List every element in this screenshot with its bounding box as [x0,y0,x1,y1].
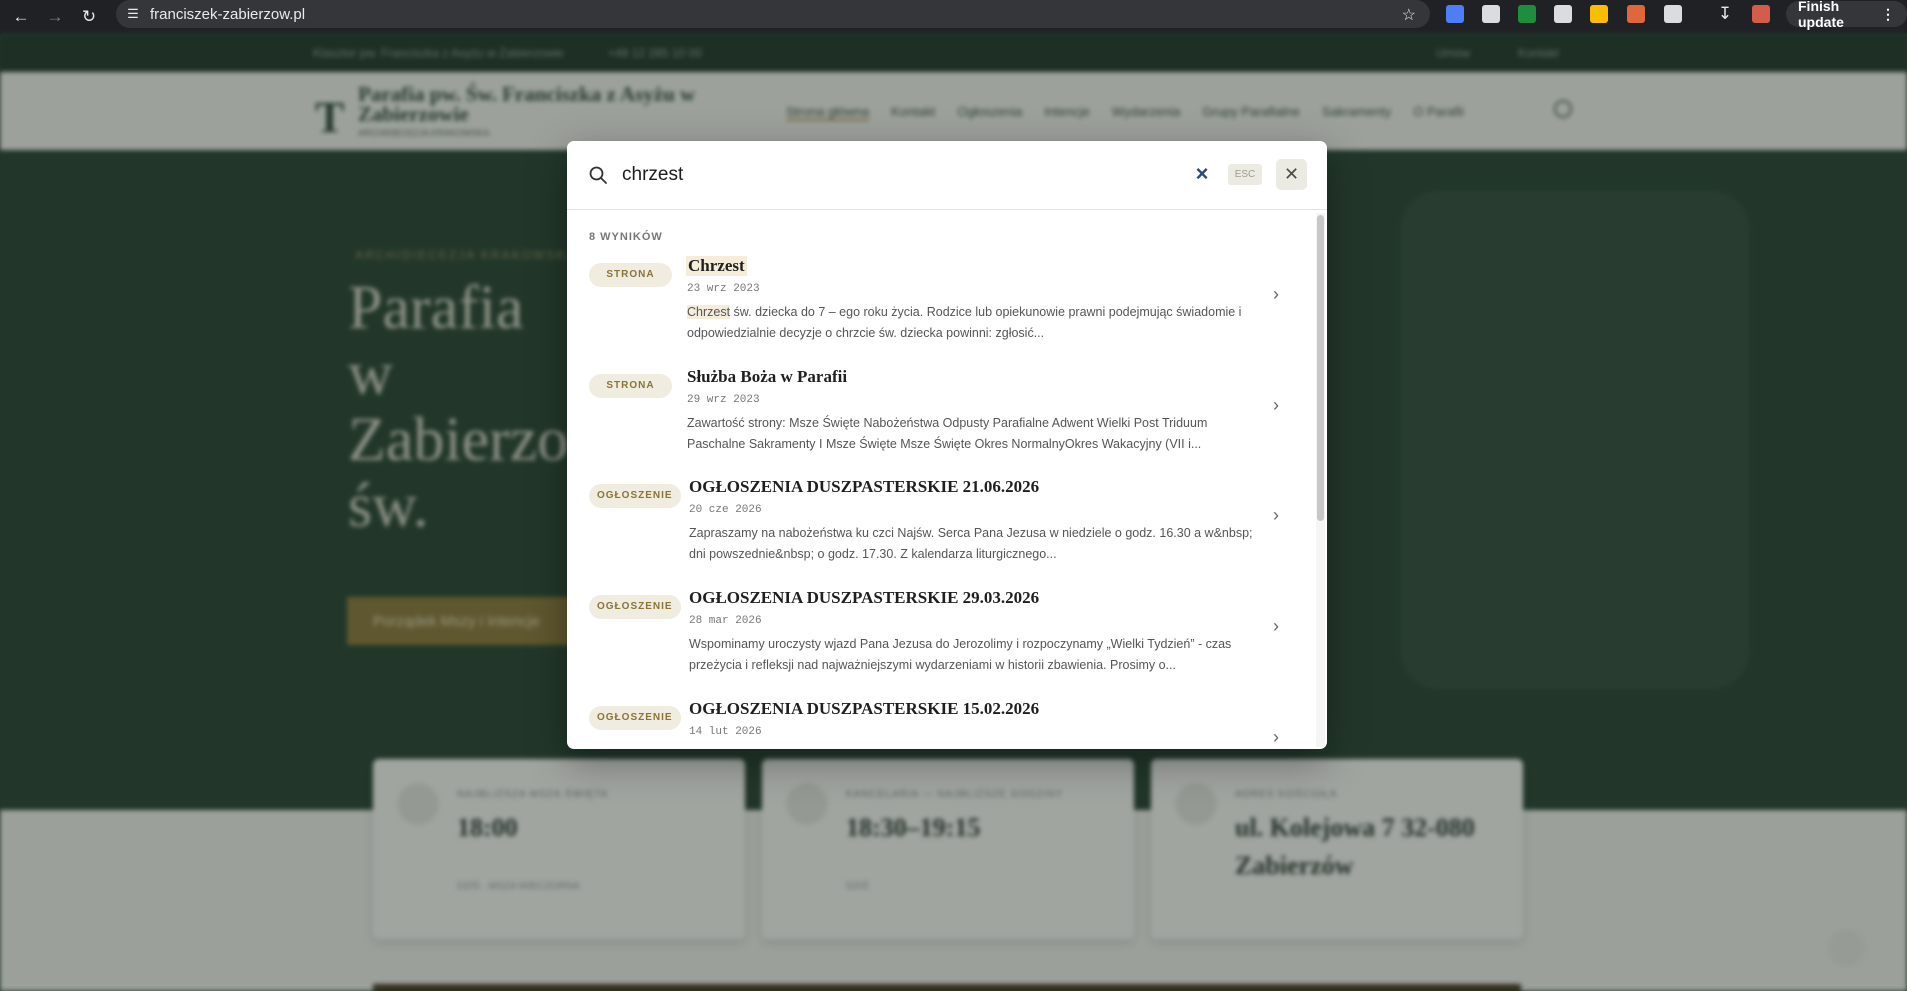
result-date: 20 cze 2026 [689,504,762,516]
clear-search-icon[interactable]: × [1191,161,1213,187]
esc-key-hint: ESC [1228,164,1262,185]
result-title[interactable]: OGŁOSZENIA DUSZPASTERSKIE 29.03.2026 [689,588,1039,608]
result-type-badge: STRONA [589,374,672,398]
search-result[interactable]: OGŁOSZENIE OGŁOSZENIA DUSZPASTERSKIE 21.… [567,477,1315,587]
bookmark-star-icon[interactable]: ☆ [1402,5,1416,25]
chevron-right-icon: › [1273,616,1279,636]
search-result[interactable]: STRONA Służba Boża w Parafii 29 wrz 2023… [567,367,1315,477]
result-excerpt: Zawartość strony: Msze Święte Nabożeństw… [687,416,1208,451]
site-settings-icon[interactable]: ☰ [116,6,150,22]
extension-icon-5[interactable] [1590,5,1608,23]
browser-toolbar: ← → ↻ ☰ franciszek-zabierzow.pl ☆ ↧ Fini… [0,0,1907,34]
chevron-right-icon: › [1273,395,1279,415]
result-type-badge: STRONA [589,263,672,287]
scrollbar-thumb[interactable] [1317,215,1324,521]
search-icon [589,166,607,184]
extension-icon-2[interactable] [1482,5,1500,23]
download-icon[interactable]: ↧ [1716,5,1734,23]
extension-icon-1[interactable] [1446,5,1464,23]
result-title[interactable]: OGŁOSZENIA DUSZPASTERSKIE 15.02.2026 [689,699,1039,719]
result-date: 14 lut 2026 [689,726,762,738]
search-input[interactable] [622,160,1142,190]
result-title[interactable]: OGŁOSZENIA DUSZPASTERSKIE 21.06.2026 [689,477,1039,497]
result-type-badge: OGŁOSZENIE [589,706,681,730]
address-url[interactable]: franciszek-zabierzow.pl [150,6,305,23]
result-date: 23 wrz 2023 [687,283,760,295]
search-result[interactable]: STRONA Chrzest 23 wrz 2023 Chrzest św. d… [567,256,1315,366]
extensions-puzzle-icon[interactable] [1664,5,1682,23]
search-results: 8 WYNIKÓW STRONA Chrzest 23 wrz 2023 Chr… [567,210,1315,749]
results-count: 8 WYNIKÓW [589,231,663,243]
close-modal-button[interactable]: ✕ [1276,159,1307,190]
result-type-badge: OGŁOSZENIE [589,595,681,619]
search-modal: × ESC ✕ 8 WYNIKÓW STRONA Chrzest 23 wrz … [567,141,1327,749]
result-excerpt: Wspominamy uroczysty wjazd Pana Jezusa d… [689,637,1232,672]
forward-icon[interactable]: → [42,4,68,30]
finish-update-label: Finish update [1798,0,1844,30]
result-excerpt: Chrzest św. dziecka do 7 – ego roku życi… [687,302,1252,344]
excerpt-highlight: Chrzest [687,305,731,319]
search-bar: × ESC ✕ [567,141,1327,210]
chevron-right-icon: › [1273,284,1279,304]
reload-icon[interactable]: ↻ [76,4,102,30]
chevron-right-icon: › [1273,505,1279,525]
extension-icon-3[interactable] [1518,5,1536,23]
finish-update-button[interactable]: Finish update ⋮ [1786,0,1907,30]
excerpt-text: św. dziecka do 7 – ego roku życia. Rodzi… [687,305,1242,340]
extension-icon-4[interactable] [1554,5,1572,23]
address-bar[interactable]: ☰ franciszek-zabierzow.pl ☆ [116,0,1430,28]
more-menu-icon: ⋮ [1881,5,1895,22]
chevron-right-icon: › [1273,727,1279,747]
result-type-badge: OGŁOSZENIE [589,484,681,508]
search-result[interactable]: OGŁOSZENIE OGŁOSZENIA DUSZPASTERSKIE 29.… [567,588,1315,698]
extension-icon-6[interactable] [1627,5,1645,23]
result-excerpt: Zapraszamy na nabożeństwa ku czci Najśw.… [689,526,1253,561]
results-scrollbar[interactable] [1316,213,1325,747]
back-icon[interactable]: ← [8,4,34,30]
result-date: 29 wrz 2023 [687,394,760,406]
result-title[interactable]: Służba Boża w Parafii [687,367,847,387]
result-title[interactable]: Chrzest [686,256,747,276]
search-result[interactable]: OGŁOSZENIE OGŁOSZENIA DUSZPASTERSKIE 15.… [567,699,1315,749]
profile-avatar[interactable] [1752,5,1770,23]
result-date: 28 mar 2026 [689,615,762,627]
